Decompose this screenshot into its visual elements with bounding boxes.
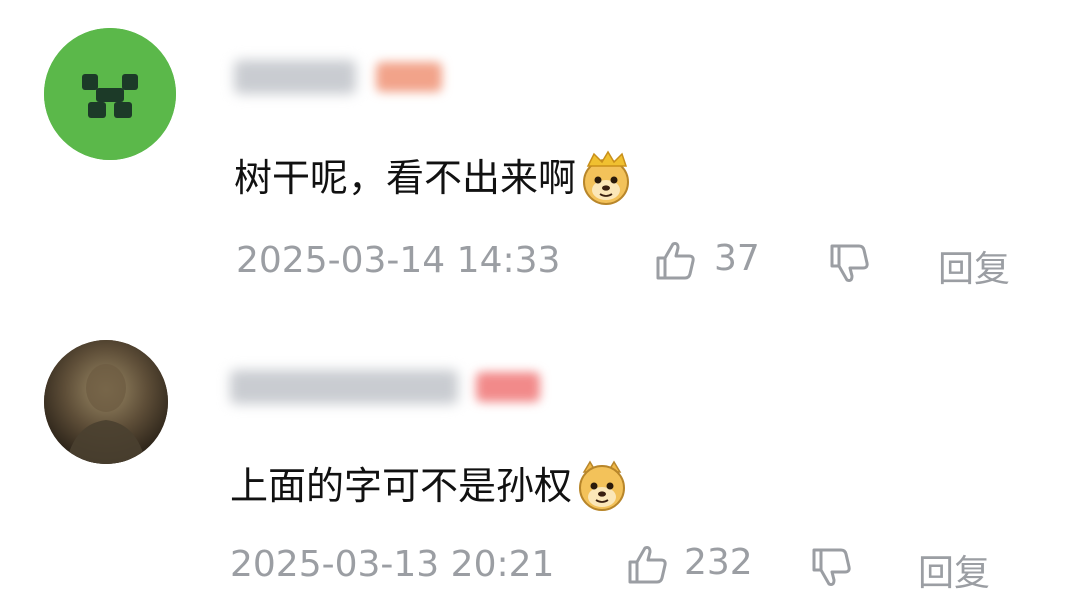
comment-text: 树干呢，看不出来啊 (234, 150, 634, 206)
user-badge-blurred (376, 62, 442, 92)
comment-text-content: 上面的字可不是孙权 (230, 464, 573, 508)
avatar[interactable] (44, 28, 176, 160)
comment-text: 上面的字可不是孙权 (230, 460, 630, 514)
doge-emoji-icon (574, 458, 630, 514)
avatar[interactable] (44, 340, 168, 464)
avatar-logo-icon (44, 28, 176, 160)
like-count: 232 (684, 542, 753, 583)
reply-button[interactable]: 回复 (938, 240, 1010, 292)
avatar-photo-icon (44, 340, 168, 464)
thumbs-down-icon[interactable] (826, 240, 872, 286)
thumbs-up-icon[interactable] (652, 238, 698, 284)
username-blurred[interactable] (234, 60, 356, 94)
thumbs-down-icon[interactable] (808, 544, 854, 590)
like-count: 37 (714, 238, 760, 279)
doge-crown-emoji-icon (578, 150, 634, 206)
comment-timestamp: 2025-03-13 20:21 (230, 544, 555, 585)
thumbs-up-icon[interactable] (624, 542, 670, 588)
comment-timestamp: 2025-03-14 14:33 (236, 240, 561, 281)
username-blurred[interactable] (230, 370, 458, 404)
reply-button[interactable]: 回复 (918, 544, 990, 596)
user-badge-blurred (476, 372, 540, 402)
comment-text-content: 树干呢，看不出来啊 (234, 156, 577, 200)
